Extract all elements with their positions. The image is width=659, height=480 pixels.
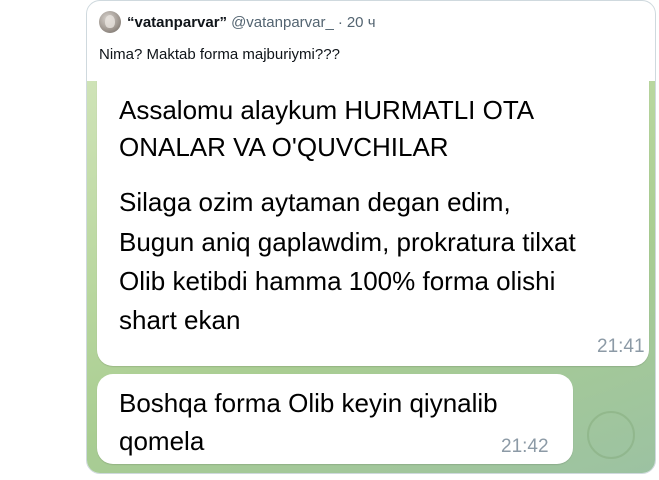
message-line: ONALAR VA O'QUVCHILAR	[119, 132, 449, 162]
avatar[interactable]	[99, 11, 121, 33]
message-line: Bugun aniq gaplawdim, prokratura tilxat	[119, 227, 576, 257]
user-handle[interactable]: @vatanparvar_	[231, 14, 334, 31]
message-time: 21:42	[501, 436, 549, 457]
message-line: qomela	[119, 426, 205, 456]
background-doodle	[587, 411, 635, 459]
message-bubble: Assalomu alaykum HURMATLI OTA ONALAR VA …	[97, 81, 649, 366]
tweet-text: Nima? Maktab forma majburiymi???	[99, 46, 340, 63]
message-line: Assalomu alaykum HURMATLI OTA	[119, 95, 535, 125]
display-name[interactable]: “vatanparvar”	[127, 14, 227, 31]
quoted-tweet-header: “vatanparvar” @vatanparvar_ · 20 ч	[99, 11, 376, 33]
message-line: Boshqa forma Olib keyin qiynalib	[119, 388, 498, 418]
message-line: Olib ketibdi hamma 100% forma olishi	[119, 266, 556, 296]
message-line: Silaga ozim aytaman degan edim,	[119, 187, 511, 217]
quoted-tweet-card[interactable]: “vatanparvar” @vatanparvar_ · 20 ч Nima?…	[86, 0, 656, 474]
separator-dot: ·	[337, 13, 343, 31]
message-time: 21:41	[597, 336, 645, 357]
message-line: shart ekan	[119, 305, 241, 335]
tweet-timestamp[interactable]: 20 ч	[347, 14, 376, 31]
chat-screenshot-image[interactable]: Assalomu alaykum HURMATLI OTA ONALAR VA …	[87, 81, 655, 473]
message-bubble: Boshqa forma Olib keyin qiynalib qomela …	[97, 374, 573, 464]
